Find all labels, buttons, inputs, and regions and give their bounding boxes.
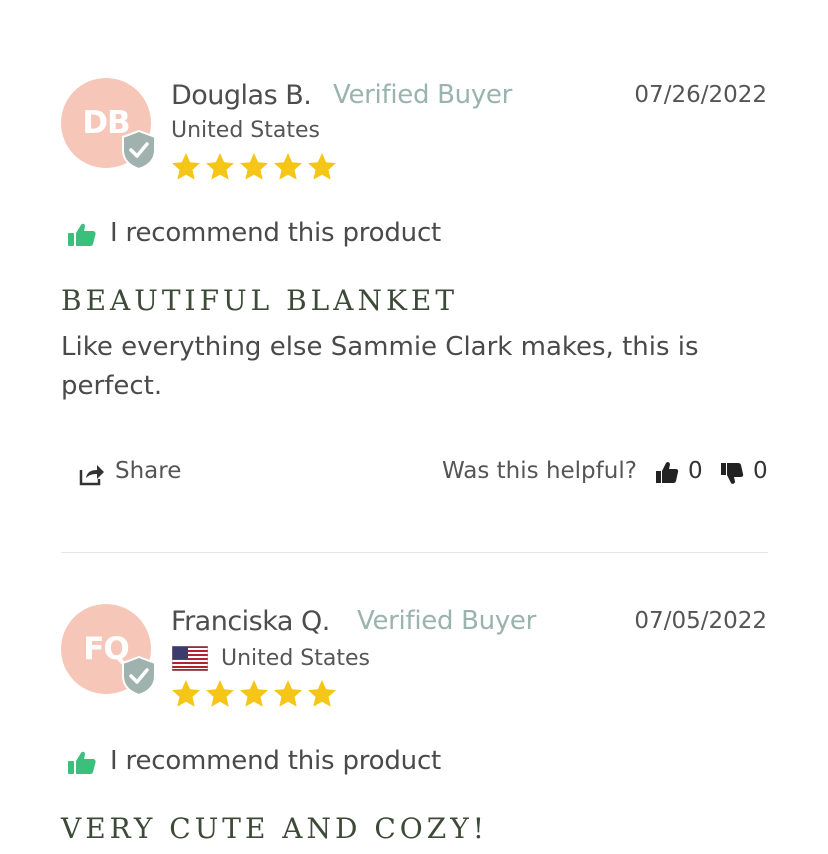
review-title: BEAUTIFUL BLANKET — [61, 284, 459, 317]
star-icon — [308, 153, 336, 180]
star-rating — [169, 151, 339, 185]
star-icon — [308, 680, 336, 707]
review-date: 07/05/2022 — [634, 608, 767, 634]
review-date: 07/26/2022 — [634, 82, 767, 108]
reviewer-location: United States — [171, 118, 320, 143]
thumbs-up-vote-icon[interactable] — [655, 461, 679, 485]
reviewer-name: Franciska Q. — [171, 606, 330, 637]
reviewer-name: Douglas B. — [171, 80, 312, 111]
helpful-prompt: Was this helpful? — [442, 458, 637, 484]
share-label: Share — [115, 458, 182, 484]
review-card: DB Douglas B. Verified Buyer 07/26/2022 … — [0, 0, 828, 552]
star-icon — [240, 680, 268, 707]
verified-buyer-label: Verified Buyer — [333, 80, 513, 110]
verified-buyer-label: Verified Buyer — [357, 606, 537, 636]
avatar: FQ — [61, 604, 156, 696]
recommend-text: I recommend this product — [110, 746, 442, 776]
review-card: FQ Franciska Q. Verified Buyer 07/05/202… — [0, 553, 828, 854]
star-icon — [274, 680, 302, 707]
star-icon — [172, 153, 200, 180]
star-icon — [206, 153, 234, 180]
review-title: VERY CUTE AND COZY! — [61, 812, 488, 845]
star-icon — [274, 153, 302, 180]
reviewer-location: United States — [221, 646, 370, 671]
recommend-text: I recommend this product — [110, 218, 442, 248]
star-rating — [169, 678, 339, 712]
star-icon — [240, 153, 268, 180]
verified-shield-icon — [122, 130, 156, 170]
helpful-up-count: 0 — [688, 458, 703, 484]
star-icon — [172, 680, 200, 707]
star-icon — [206, 680, 234, 707]
share-icon — [79, 465, 104, 486]
verified-shield-icon — [122, 656, 156, 696]
thumbs-down-vote-icon[interactable] — [720, 461, 744, 485]
us-flag-icon — [172, 646, 208, 671]
review-body: Like everything else Sammie Clark makes,… — [61, 332, 699, 401]
thumbs-up-icon — [68, 223, 96, 246]
avatar: DB — [61, 78, 156, 170]
helpful-down-count: 0 — [753, 458, 768, 484]
thumbs-up-icon — [68, 751, 96, 774]
